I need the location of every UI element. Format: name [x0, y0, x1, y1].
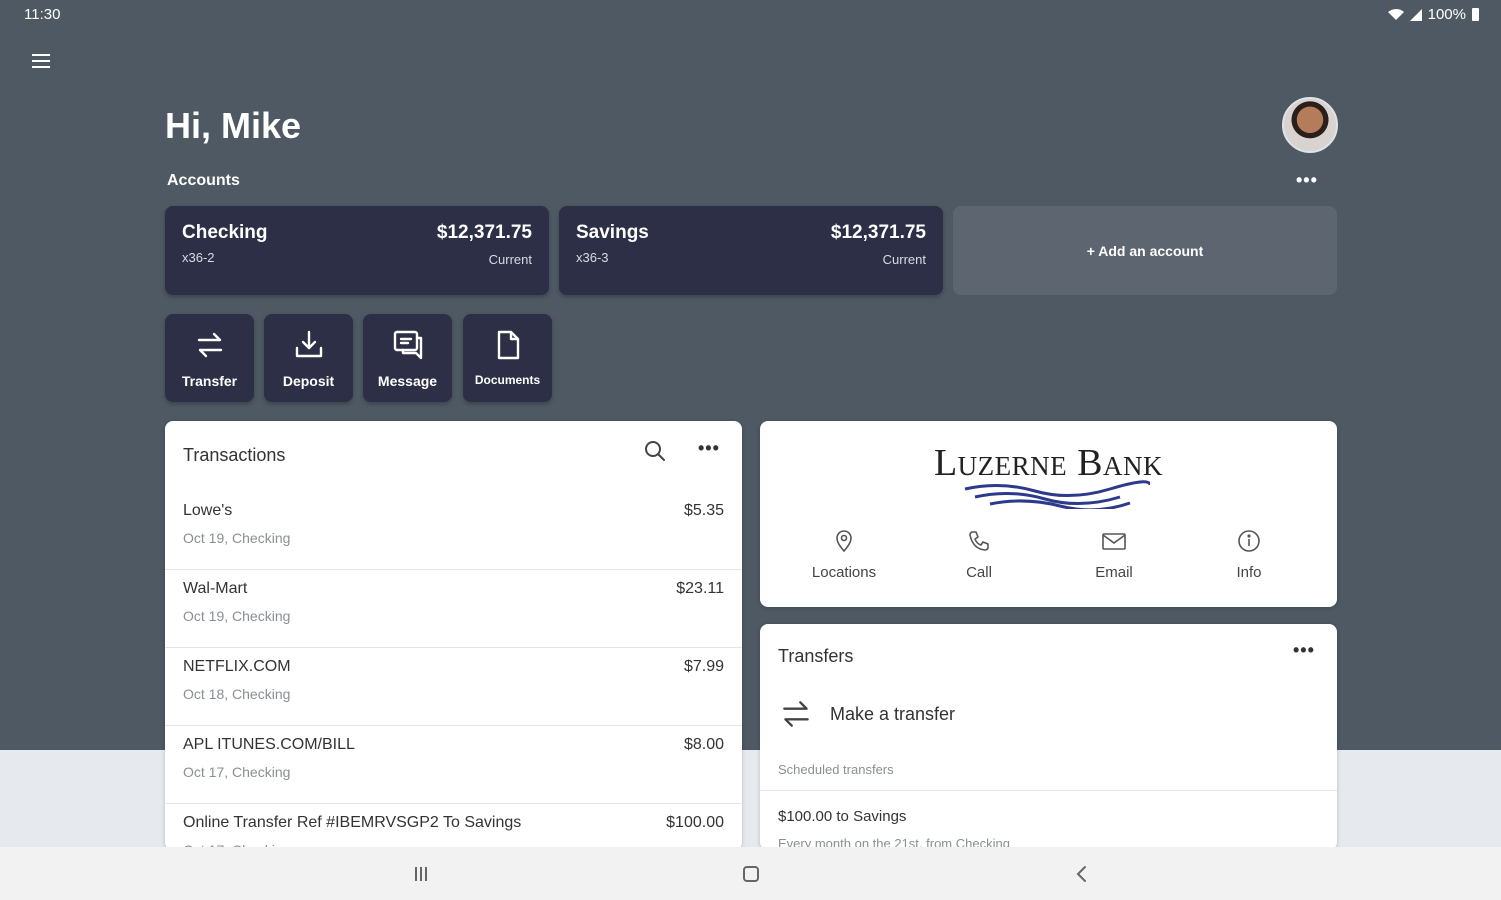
- transaction-date: Oct 19, Checking: [183, 530, 291, 546]
- bank-logo-waves: [964, 480, 1150, 509]
- account-balance: $12,371.75: [830, 222, 926, 243]
- transaction-date: Oct 18, Checking: [183, 686, 291, 702]
- transaction-amount: $100.00: [666, 814, 724, 831]
- account-balance: $12,371.75: [436, 222, 532, 243]
- transaction-row[interactable]: APL ITUNES.COM/BILL Oct 17, Checking $8.…: [165, 726, 742, 804]
- home-icon[interactable]: [731, 861, 771, 887]
- transactions-more-icon[interactable]: •••: [698, 438, 720, 459]
- transaction-row[interactable]: Wal-Mart Oct 19, Checking $23.11: [165, 570, 742, 648]
- info-icon: [1238, 530, 1260, 552]
- make-transfer-label: Make a transfer: [830, 703, 956, 724]
- bank-card: Luzerne Bank Locations Call Email Info: [760, 421, 1337, 607]
- account-number: x36-2: [182, 250, 215, 265]
- back-icon[interactable]: [1061, 861, 1101, 887]
- account-card-checking[interactable]: Checking x36-2 $12,371.75 Current: [165, 206, 549, 295]
- hamburger-menu-icon[interactable]: [28, 50, 54, 76]
- locations-link[interactable]: Locations: [789, 529, 899, 581]
- documents-button[interactable]: Documents: [463, 314, 552, 402]
- scheduled-transfers-label: Scheduled transfers: [778, 762, 894, 777]
- info-link[interactable]: Info: [1194, 529, 1304, 581]
- info-label: Info: [1236, 564, 1262, 581]
- transaction-amount: $7.99: [683, 658, 724, 675]
- phone-icon: [969, 531, 989, 551]
- signal-icon: [1409, 8, 1422, 21]
- avatar[interactable]: [1282, 97, 1338, 153]
- transfers-card: Transfers ••• Make a transfer Scheduled …: [760, 624, 1337, 850]
- transaction-name: NETFLIX.COM: [183, 658, 291, 675]
- divider: [760, 790, 1337, 791]
- transfer-icon: [197, 332, 222, 358]
- transaction-row[interactable]: NETFLIX.COM Oct 18, Checking $7.99: [165, 648, 742, 726]
- deposit-icon: [295, 330, 322, 358]
- transaction-amount: $23.11: [676, 580, 724, 597]
- recent-apps-icon[interactable]: [401, 861, 441, 887]
- locations-label: Locations: [811, 564, 877, 581]
- accounts-label: Accounts: [167, 172, 240, 189]
- add-account-button[interactable]: + Add an account: [953, 206, 1337, 295]
- transaction-name: APL ITUNES.COM/BILL: [183, 736, 355, 753]
- documents-icon: [497, 330, 519, 360]
- make-transfer-button[interactable]: Make a transfer: [778, 696, 955, 732]
- deposit-button[interactable]: Deposit: [264, 314, 353, 402]
- account-number: x36-3: [576, 250, 609, 265]
- email-link[interactable]: Email: [1059, 529, 1169, 581]
- transfer-icon: [783, 701, 809, 727]
- transactions-card: Transactions ••• Lowe's Oct 19, Checking…: [165, 421, 742, 850]
- call-link[interactable]: Call: [924, 529, 1034, 581]
- scheduled-transfer-item[interactable]: $100.00 to Savings: [778, 808, 906, 825]
- mail-icon: [1102, 533, 1126, 550]
- transaction-name: Online Transfer Ref #IBEMRVSGP2 To Savin…: [183, 814, 522, 831]
- battery-icon: [1472, 8, 1479, 21]
- documents-label: Documents: [474, 373, 541, 387]
- system-nav-bar: [0, 847, 1501, 900]
- status-time: 11:30: [24, 6, 61, 23]
- account-balance-label: Current: [488, 252, 532, 267]
- transactions-title: Transactions: [183, 445, 286, 465]
- transfers-more-icon[interactable]: •••: [1293, 640, 1315, 661]
- wifi-icon: [1387, 8, 1404, 20]
- battery-percent: 100%: [1427, 6, 1466, 23]
- account-balance-label: Current: [882, 252, 926, 267]
- transaction-date: Oct 19, Checking: [183, 608, 291, 624]
- transfer-label: Transfer: [181, 373, 238, 389]
- call-label: Call: [966, 564, 992, 581]
- transaction-name: Wal-Mart: [183, 580, 248, 597]
- message-label: Message: [377, 373, 438, 389]
- message-button[interactable]: Message: [363, 314, 452, 402]
- account-card-savings[interactable]: Savings x36-3 $12,371.75 Current: [559, 206, 943, 295]
- accounts-more-icon[interactable]: •••: [1296, 170, 1318, 191]
- deposit-label: Deposit: [282, 373, 335, 389]
- transaction-name: Lowe's: [183, 502, 233, 519]
- transaction-amount: $8.00: [683, 736, 724, 753]
- transfers-title: Transfers: [778, 646, 854, 666]
- location-pin-icon: [836, 530, 852, 553]
- greeting: Hi, Mike: [165, 105, 302, 146]
- email-label: Email: [1095, 564, 1133, 581]
- status-indicators: 100%: [1387, 6, 1479, 23]
- transaction-row[interactable]: Online Transfer Ref #IBEMRVSGP2 To Savin…: [165, 804, 742, 850]
- transaction-row[interactable]: Lowe's Oct 19, Checking $5.35: [165, 492, 742, 570]
- transaction-amount: $5.35: [683, 502, 724, 519]
- search-icon[interactable]: [643, 439, 667, 463]
- message-icon: [393, 330, 422, 360]
- status-bar: 11:30 100%: [0, 0, 1501, 30]
- transaction-date: Oct 17, Checking: [183, 764, 291, 780]
- transfer-button[interactable]: Transfer: [165, 314, 254, 402]
